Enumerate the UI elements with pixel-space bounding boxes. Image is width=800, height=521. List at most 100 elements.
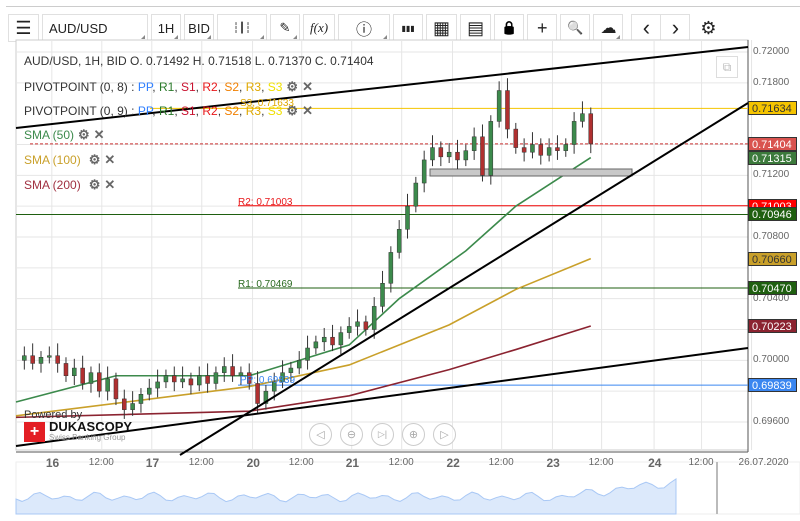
candle [330,336,335,346]
gear-icon[interactable]: ⚙ [286,79,298,94]
x-tick-label: 17 [145,456,160,470]
support-zone-rect [429,168,633,177]
y-tick-label: 0.71800 [753,76,790,88]
x-tick-label: 22 [446,456,460,470]
candle [197,375,202,386]
candle [538,144,544,156]
close-icon[interactable]: ✕ [104,177,115,192]
branding: Powered by + DUKASCOPY Swiss Banking Gro… [24,409,132,442]
r2-label: R2: 0.71003 [238,197,293,208]
gear-icon[interactable]: ⚙ [89,177,101,192]
comma: , [174,104,181,118]
triangle-right-icon: ▷ [440,429,449,441]
candle [546,147,552,156]
fullscreen-button[interactable]: ⧉ [716,56,738,78]
scroll-back-button[interactable]: ◁ [309,423,332,446]
candle [113,378,119,400]
candle [380,283,385,307]
candle [30,355,35,364]
close-icon[interactable]: ✕ [94,127,105,142]
pivot-name: PIVOTPOINT (0, 9) [24,104,128,118]
pivot-item-s3: S3 [267,80,283,94]
candle [405,205,410,230]
price-tag: 0.71404 [748,136,797,151]
candle [580,113,585,122]
scroll-end-button[interactable]: ▷| [371,423,394,446]
close-icon[interactable]: ✕ [302,103,313,118]
close-icon[interactable]: ✕ [104,152,115,167]
candle [230,366,235,377]
close-icon[interactable]: ✕ [302,79,313,94]
price-tag: 0.70470 [748,280,797,295]
candle [446,151,452,158]
x-tick-label: 12:00 [288,457,314,468]
y-tick-label: 0.69600 [753,416,790,427]
candle [80,367,85,384]
triangle-left-icon: ◁ [316,429,325,441]
candle [188,378,194,386]
candle [346,326,352,333]
candle [313,341,319,349]
candle [355,321,360,327]
candle [288,367,294,373]
candle [413,182,419,207]
candle [521,147,527,153]
candle [22,355,27,361]
y-tick-label: 0.70000 [753,354,790,366]
r1-label: R1: 0.70469 [238,279,293,290]
sep: : [127,104,138,118]
candle [296,360,302,369]
x-tick-label: 12:00 [588,457,614,468]
y-tick-label: 0.70800 [753,231,790,242]
pivot-item-s2: S2 [224,80,240,94]
sma50-label: SMA (50) [24,128,75,142]
gear-icon[interactable]: ⚙ [78,127,90,142]
candle [55,355,60,364]
pivot-item-pp: PP [137,80,153,94]
pivot-item-s2: S2 [224,104,240,118]
pivot-items: PP, R1, S1, R2, S2, R3, S3 [138,80,283,94]
candle [471,136,477,151]
y-tick-label: 0.72000 [753,46,790,57]
candle [388,252,394,284]
comma: , [174,80,181,94]
candle [172,375,177,383]
candle [222,366,227,373]
pivot-item-s1: S1 [180,80,196,94]
price-tag: 0.71634 [748,101,797,116]
candle [555,147,560,151]
candle [338,332,344,346]
price-tag: 0.71315 [748,150,797,165]
pivot-item-pp: PP [137,104,153,118]
candle [363,321,369,330]
candle [255,383,260,404]
zoom-in-button[interactable]: ⊕ [402,423,425,446]
plot-area [15,39,749,451]
x-tick-label: 24 [648,456,662,470]
zoom-out-button[interactable]: ⊖ [340,423,363,446]
candle [530,144,535,153]
scroll-forward-button[interactable]: ▷ [433,423,456,446]
brand-tagline: Swiss Banking Group [49,433,126,442]
pivot-item-r1: R1 [158,104,175,118]
x-tick-label: 16 [45,456,60,470]
candle [205,375,210,384]
candle [147,387,152,395]
x-tick-label: 20 [246,456,260,470]
candle [47,355,52,358]
y-tick-label: 0.71200 [753,169,790,181]
x-tick-label: 21 [345,456,360,470]
candle [488,121,494,176]
candle [480,136,485,176]
candle [88,372,94,384]
candle [496,90,502,122]
x-tick-label: 12:00 [388,457,414,468]
price-tag: 0.70660 [748,251,797,266]
candle [371,306,377,330]
candle [163,375,169,383]
price-tag: 0.70946 [748,207,797,222]
price-tag: 0.70223 [748,318,797,333]
gear-icon[interactable]: ⚙ [89,152,101,167]
candle [63,363,69,377]
candle [455,151,460,161]
